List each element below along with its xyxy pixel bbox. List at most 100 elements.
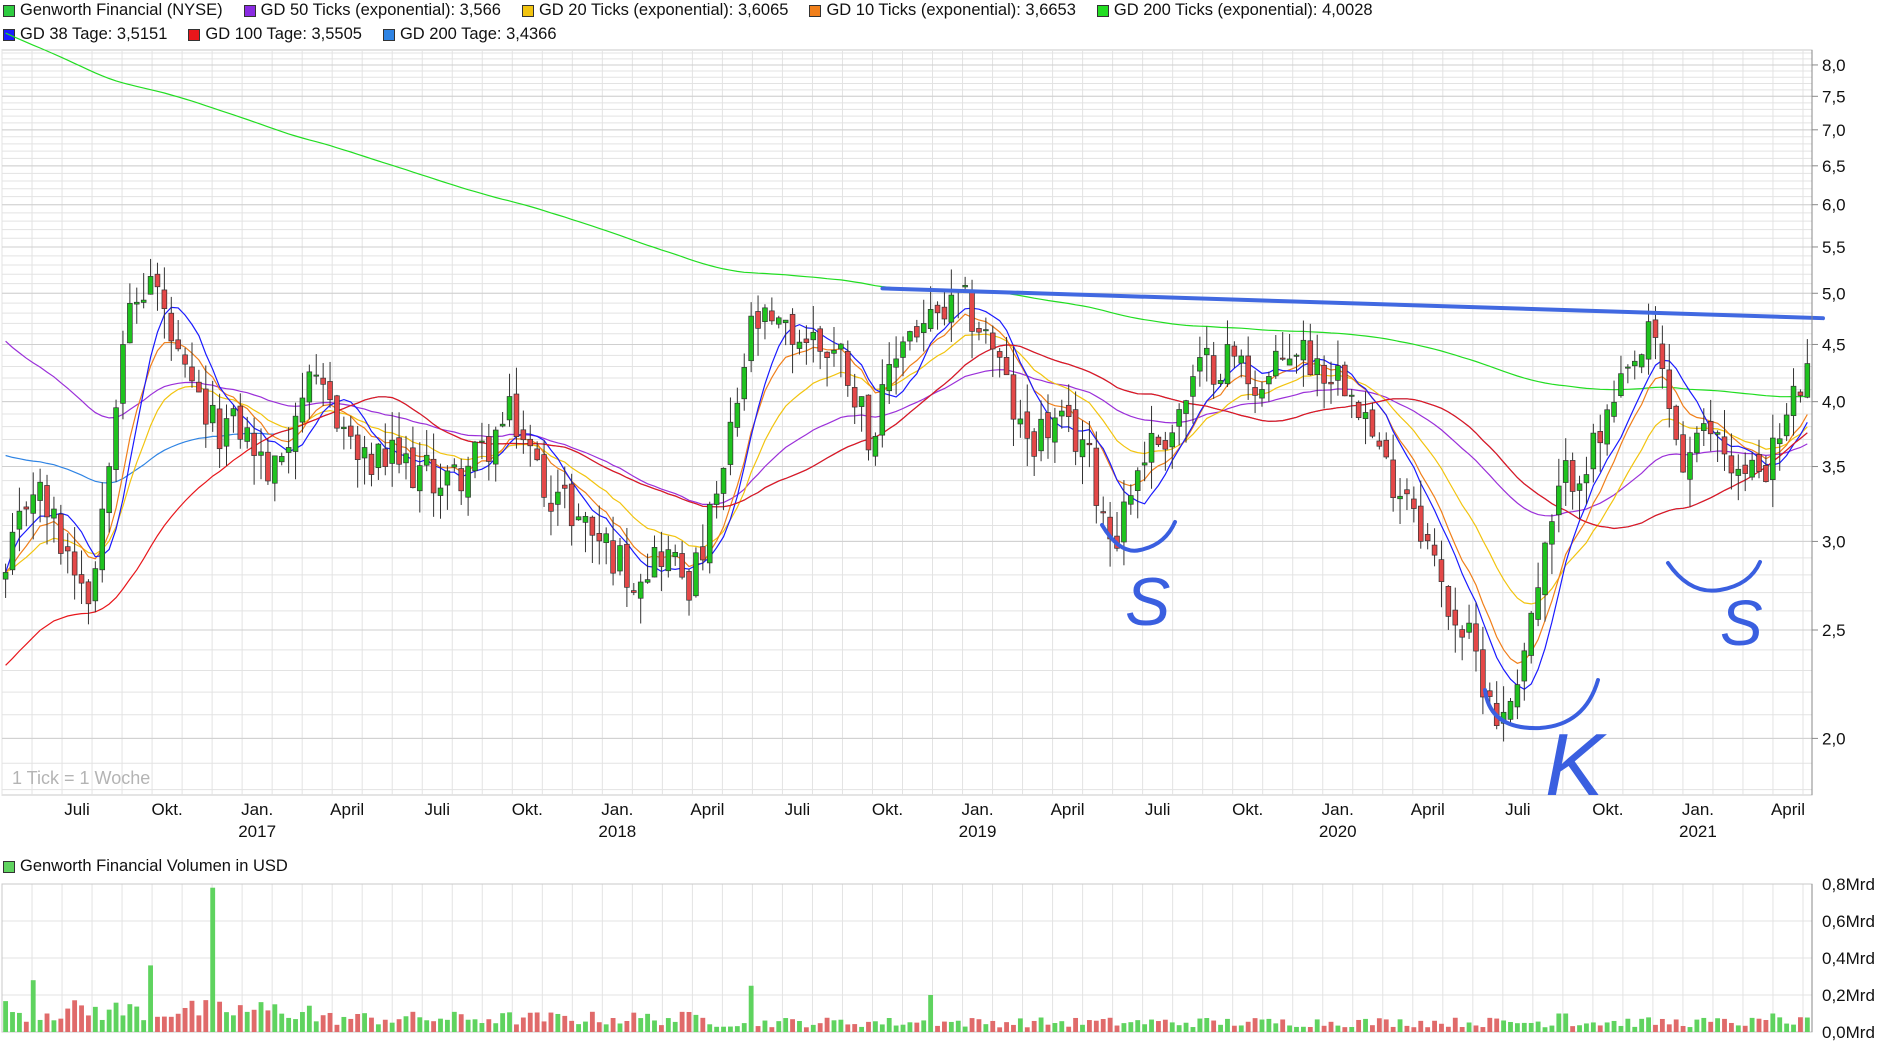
volume-bar xyxy=(624,1020,630,1032)
candle-body xyxy=(934,304,941,314)
volume-bar xyxy=(1238,1025,1244,1032)
candle-body xyxy=(140,299,147,303)
candle-body xyxy=(1259,389,1265,399)
candle-body xyxy=(1169,432,1176,448)
candle-body xyxy=(1362,412,1369,420)
volume-bar xyxy=(721,1026,726,1032)
x-year-label: 2021 xyxy=(1679,822,1717,841)
y-tick-label: 2,0 xyxy=(1822,729,1846,748)
volume-bar xyxy=(1321,1025,1327,1032)
candle-body xyxy=(361,447,368,459)
volume-bar xyxy=(175,1013,181,1032)
x-tick-label: April xyxy=(1411,800,1445,819)
volume-bar xyxy=(596,1022,602,1032)
candle-body xyxy=(1673,405,1679,440)
candle-body xyxy=(582,516,589,523)
volume-bar xyxy=(86,1015,91,1032)
y-tick-label: 2,5 xyxy=(1822,621,1846,640)
candle-body xyxy=(713,493,720,505)
volume-bar xyxy=(1508,1021,1513,1032)
candle-body xyxy=(1279,357,1286,360)
candle-body xyxy=(568,483,575,527)
candle-body xyxy=(1093,447,1100,506)
candle-body xyxy=(872,436,879,457)
x-tick-label: Jan. xyxy=(601,800,633,819)
candle-body xyxy=(541,454,547,498)
volume-bar xyxy=(396,1019,402,1032)
candle-body xyxy=(216,408,223,450)
candle-body xyxy=(1383,439,1390,458)
volume-bar xyxy=(803,1027,809,1032)
candle-body xyxy=(1134,470,1141,491)
candle-body xyxy=(306,371,313,403)
volume-bar xyxy=(652,1020,657,1032)
candle-body xyxy=(527,438,534,447)
candle-body xyxy=(520,429,527,441)
volume-bar xyxy=(783,1018,789,1032)
y-tick-label: 4,5 xyxy=(1822,335,1846,354)
candle-body xyxy=(920,323,927,333)
candle-body xyxy=(1680,434,1686,473)
volume-bar xyxy=(728,1026,733,1032)
volume-bar xyxy=(1715,1018,1721,1032)
candle-body xyxy=(1300,339,1307,361)
candle-body xyxy=(748,315,754,362)
candle-body xyxy=(962,285,968,288)
volume-bar xyxy=(935,1025,940,1032)
candle-body xyxy=(1549,521,1555,545)
candle-body xyxy=(610,540,616,574)
volume-bar xyxy=(1791,1024,1796,1032)
volume-bar xyxy=(1611,1020,1617,1032)
candle-body xyxy=(313,374,320,377)
candle-body xyxy=(1763,464,1769,483)
candle-body xyxy=(803,338,810,344)
volume-chart: 0,0Mrd 0,2Mrd 0,4Mrd 0,6Mrd 0,8Mrd xyxy=(1,875,1875,1042)
candle-body xyxy=(30,494,36,514)
candle-body xyxy=(658,551,665,567)
candle-body xyxy=(1273,350,1279,377)
volume-bar xyxy=(1100,1019,1106,1032)
candle-body xyxy=(1487,690,1493,697)
candle-body xyxy=(1445,586,1452,617)
volume-bar xyxy=(1038,1017,1044,1032)
volume-bar xyxy=(1349,1027,1355,1032)
volume-bar xyxy=(983,1024,989,1032)
volume-bar xyxy=(1280,1019,1286,1032)
candle-body xyxy=(1707,421,1714,435)
candle-body xyxy=(203,388,209,425)
volume-bars xyxy=(3,887,1810,1032)
candle-body xyxy=(1638,354,1645,368)
volume-bar xyxy=(1204,1018,1210,1032)
candle-body xyxy=(741,367,748,400)
volume-bar xyxy=(1156,1021,1161,1032)
volume-bar xyxy=(1666,1024,1672,1032)
candle-body xyxy=(1514,684,1521,708)
candle xyxy=(113,399,119,482)
candle-body xyxy=(1804,363,1811,398)
volume-bar xyxy=(431,1021,437,1032)
volume-bar xyxy=(1107,1017,1113,1032)
candle-body xyxy=(1390,459,1396,499)
volume-bar xyxy=(1370,1025,1375,1032)
volume-bar xyxy=(686,1011,692,1032)
volume-bar xyxy=(741,1023,747,1032)
volume-bar xyxy=(1673,1019,1679,1032)
volume-bar xyxy=(603,1024,609,1032)
volume-bar xyxy=(51,1020,57,1032)
volume-bar xyxy=(1335,1025,1341,1032)
candle-body xyxy=(1293,354,1300,357)
candle-body xyxy=(1473,623,1479,652)
volume-bar xyxy=(1549,1025,1555,1032)
candle-body xyxy=(858,396,865,407)
candle-body xyxy=(651,547,658,578)
y-tick-label: 3,0 xyxy=(1822,532,1846,551)
volume-bar xyxy=(1687,1027,1693,1032)
volume-bar xyxy=(1528,1022,1534,1032)
candle-body xyxy=(686,571,692,601)
volume-bar xyxy=(341,1016,347,1032)
candle-body xyxy=(1003,356,1010,376)
candle-body xyxy=(782,319,789,324)
volume-bar xyxy=(1052,1023,1058,1032)
volume-bar xyxy=(1135,1020,1141,1032)
candle-body xyxy=(1618,373,1624,397)
